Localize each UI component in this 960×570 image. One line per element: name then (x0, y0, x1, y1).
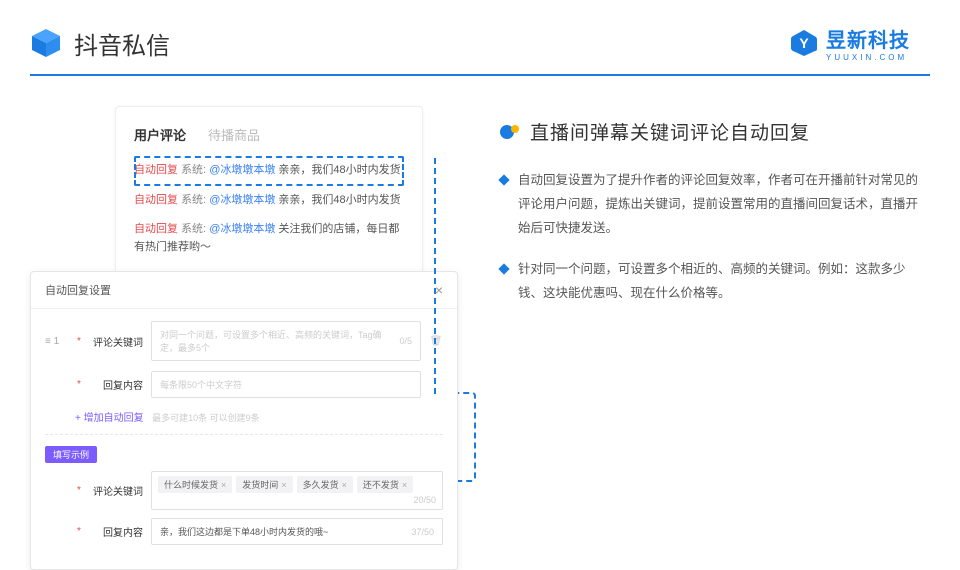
tab-pending-goods[interactable]: 待播商品 (208, 125, 260, 144)
tab-user-comments[interactable]: 用户评论 (134, 125, 186, 144)
bullet-text: 针对同一个问题，可设置多个相近的、高频的关键词。例如：这款多少钱、这块能优惠吗、… (518, 258, 920, 306)
system-label: 系统: (181, 164, 206, 176)
bullet-text: 自动回复设置为了提升作者的评论回复效率，作者可在开播前针对常见的评论用户问题，提… (518, 169, 920, 240)
keyword-input[interactable]: 对同一个问题，可设置多个相近、高频的关键词，Tag确定，最多5个 0/5 (151, 321, 421, 361)
brand-logo-icon: Y (790, 29, 818, 57)
diamond-icon (498, 174, 509, 185)
comment-text: 亲亲，我们48小时内发货 (275, 194, 400, 206)
header-left: 抖音私信 (30, 26, 170, 61)
ex-content-counter: 37/50 (411, 527, 434, 537)
user-handle: @冰墩墩本墩 (209, 223, 275, 235)
section-header: 直播间弹幕关键词评论自动回复 (500, 118, 920, 145)
section-icon (500, 122, 520, 142)
required-dot: * (77, 379, 83, 390)
page-title: 抖音私信 (74, 26, 170, 61)
tag[interactable]: 发货时间 (236, 476, 292, 493)
connector-line (434, 158, 436, 394)
add-hint: 最多可建10条 可以创建9条 (152, 413, 260, 423)
tag-counter: 20/50 (413, 495, 436, 505)
content-label: 回复内容 (91, 377, 143, 392)
tag-input[interactable]: 什么时候发货 发货时间 多久发货 还不发货 20/50 (151, 471, 443, 510)
delete-icon[interactable]: 🗑 (429, 336, 443, 347)
tag[interactable]: 什么时候发货 (158, 476, 232, 493)
example-badge: 填写示例 (45, 446, 97, 463)
close-icon[interactable]: × (435, 282, 443, 298)
add-auto-reply-link[interactable]: + 增加自动回复 (75, 413, 144, 424)
auto-reply-label: 自动回复 (134, 164, 178, 176)
example-keyword-row: * 评论关键词 什么时候发货 发货时间 多久发货 还不发货 20/50 (45, 471, 443, 510)
example-section: 填写示例 * 评论关键词 什么时候发货 发货时间 多久发货 还不发货 20/50 (45, 434, 443, 545)
bullet-item: 自动回复设置为了提升作者的评论回复效率，作者可在开播前针对常见的评论用户问题，提… (500, 169, 920, 240)
content-row: * 回复内容 每条限50个中文字符 (45, 371, 443, 398)
row-index: ≡ 1 (45, 336, 69, 347)
ex-content-label: 回复内容 (91, 524, 143, 539)
placeholder-text: 对同一个问题，可设置多个相近、高频的关键词，Tag确定，最多5个 (160, 328, 399, 354)
settings-card: 自动回复设置 × ≡ 1 * 评论关键词 对同一个问题，可设置多个相近、高频的关… (30, 271, 458, 570)
brand-block: 昱新科技 YUUXIN.COM (826, 24, 910, 62)
ex-keyword-label: 评论关键词 (91, 483, 143, 498)
keyword-counter: 0/5 (399, 336, 412, 346)
example-content-row: * 回复内容 亲，我们这边都是下单48小时内发货的哦~ 37/50 (45, 518, 443, 545)
comment-row: 自动回复 系统: @冰墩墩本墩 亲亲，我们48小时内发货 (134, 186, 404, 216)
right-panel: 直播间弹幕关键词评论自动回复 自动回复设置为了提升作者的评论回复效率，作者可在开… (500, 106, 920, 570)
cube-icon (30, 27, 62, 59)
auto-reply-label: 自动回复 (134, 194, 178, 206)
required-dot: * (77, 526, 83, 537)
settings-header: 自动回复设置 × (31, 272, 457, 309)
required-dot: * (77, 336, 83, 347)
header: 抖音私信 Y 昱新科技 YUUXIN.COM (0, 0, 960, 74)
comments-card: 用户评论 待播商品 自动回复 系统: @冰墩墩本墩 亲亲，我们48小时内发货 自… (115, 106, 423, 275)
tag[interactable]: 多久发货 (297, 476, 353, 493)
placeholder-text: 每条限50个中文字符 (160, 378, 242, 391)
brand-name: 昱新科技 (826, 30, 910, 52)
left-panel: 用户评论 待播商品 自动回复 系统: @冰墩墩本墩 亲亲，我们48小时内发货 自… (30, 106, 460, 570)
tabs: 用户评论 待播商品 (134, 125, 404, 144)
comment-text: 亲亲，我们48小时内发货 (275, 164, 400, 176)
diamond-icon (498, 264, 509, 275)
ex-content-input[interactable]: 亲，我们这边都是下单48小时内发货的哦~ 37/50 (151, 518, 443, 545)
main: 用户评论 待播商品 自动回复 系统: @冰墩墩本墩 亲亲，我们48小时内发货 自… (0, 76, 960, 570)
settings-title: 自动回复设置 (45, 282, 111, 298)
bullet-item: 针对同一个问题，可设置多个相近的、高频的关键词。例如：这款多少钱、这块能优惠吗、… (500, 258, 920, 306)
auto-reply-label: 自动回复 (134, 223, 178, 235)
comment-row: 自动回复 系统: @冰墩墩本墩 亲亲，我们48小时内发货 (134, 156, 404, 186)
system-label: 系统: (181, 194, 206, 206)
user-handle: @冰墩墩本墩 (209, 164, 275, 176)
section-title: 直播间弹幕关键词评论自动回复 (530, 118, 810, 145)
content-input[interactable]: 每条限50个中文字符 (151, 371, 421, 398)
keyword-row: ≡ 1 * 评论关键词 对同一个问题，可设置多个相近、高频的关键词，Tag确定，… (45, 321, 443, 361)
ex-content-value: 亲，我们这边都是下单48小时内发货的哦~ (160, 525, 328, 538)
add-row: + 增加自动回复 最多可建10条 可以创建9条 (75, 408, 443, 426)
tag[interactable]: 还不发货 (357, 476, 413, 493)
user-handle: @冰墩墩本墩 (209, 194, 275, 206)
settings-body: ≡ 1 * 评论关键词 对同一个问题，可设置多个相近、高频的关键词，Tag确定，… (31, 309, 457, 569)
system-label: 系统: (181, 223, 206, 235)
svg-text:Y: Y (799, 35, 809, 51)
required-dot: * (77, 485, 83, 496)
comment-row: 自动回复 系统: @冰墩墩本墩 关注我们的店铺，每日都有热门推荐哟～ (134, 215, 404, 262)
keyword-label: 评论关键词 (91, 334, 143, 349)
brand-url: YUUXIN.COM (826, 53, 910, 62)
header-right: Y 昱新科技 YUUXIN.COM (790, 24, 910, 62)
